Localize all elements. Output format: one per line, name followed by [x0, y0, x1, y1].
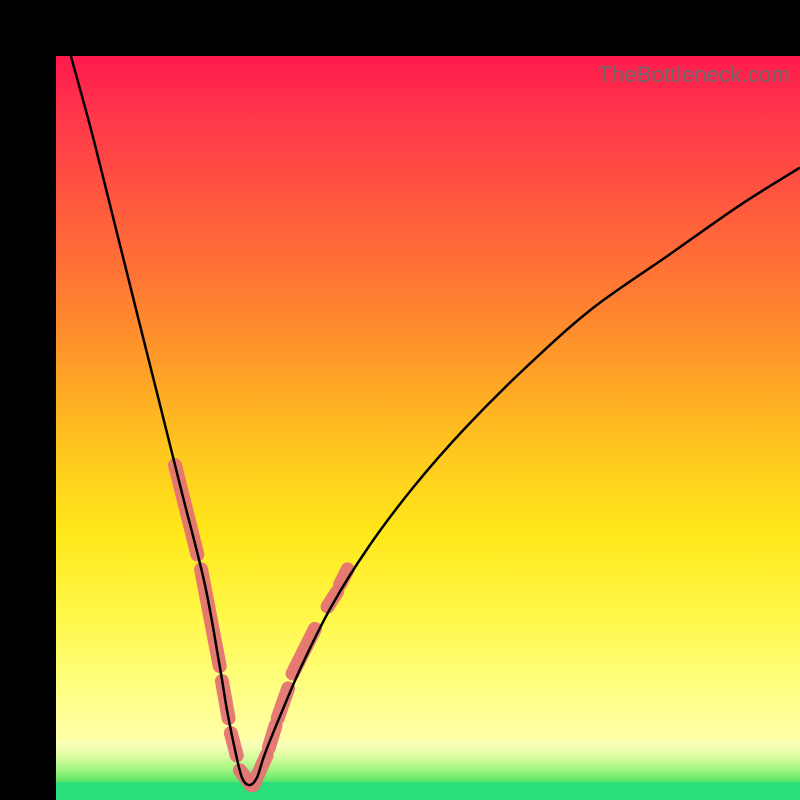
curve-layer	[56, 56, 800, 800]
bottleneck-curve	[71, 56, 800, 785]
plot-area: TheBottleneck.com	[56, 56, 800, 800]
highlight-segment	[293, 629, 315, 674]
chart-frame: TheBottleneck.com	[0, 0, 800, 800]
